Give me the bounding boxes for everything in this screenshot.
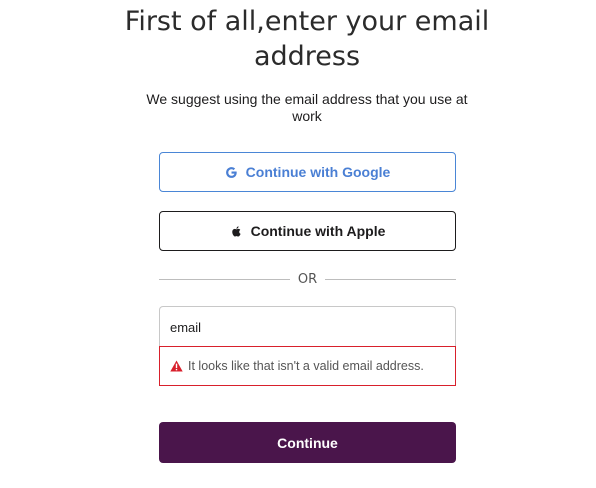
or-divider: OR [159,270,457,288]
google-g-icon [225,165,239,179]
email-error-message: It looks like that isn't a valid email a… [159,346,456,386]
continue-with-apple-label: Continue with Apple [250,223,386,239]
page-subtitle: We suggest using the email address that … [146,91,468,124]
page-title-line-2: address [253,41,361,72]
continue-button-label: Continue [277,434,338,451]
divider-label: OR [297,271,318,287]
error-text: It looks like that isn't a valid email a… [188,359,424,373]
continue-with-google-label: Continue with Google [245,164,391,180]
continue-with-google-button[interactable]: Continue with Google [159,152,456,192]
email-field[interactable] [159,306,456,347]
continue-button[interactable]: Continue [159,422,456,463]
warning-triangle-icon [170,360,183,372]
apple-logo-icon [230,224,244,238]
divider-line-left [159,278,290,280]
divider-line-right [325,278,457,280]
continue-with-apple-button[interactable]: Continue with Apple [159,211,456,251]
page-title-line-1: First of all,enter your email [124,6,490,37]
page-title: First of all,enter your email address [0,4,596,74]
